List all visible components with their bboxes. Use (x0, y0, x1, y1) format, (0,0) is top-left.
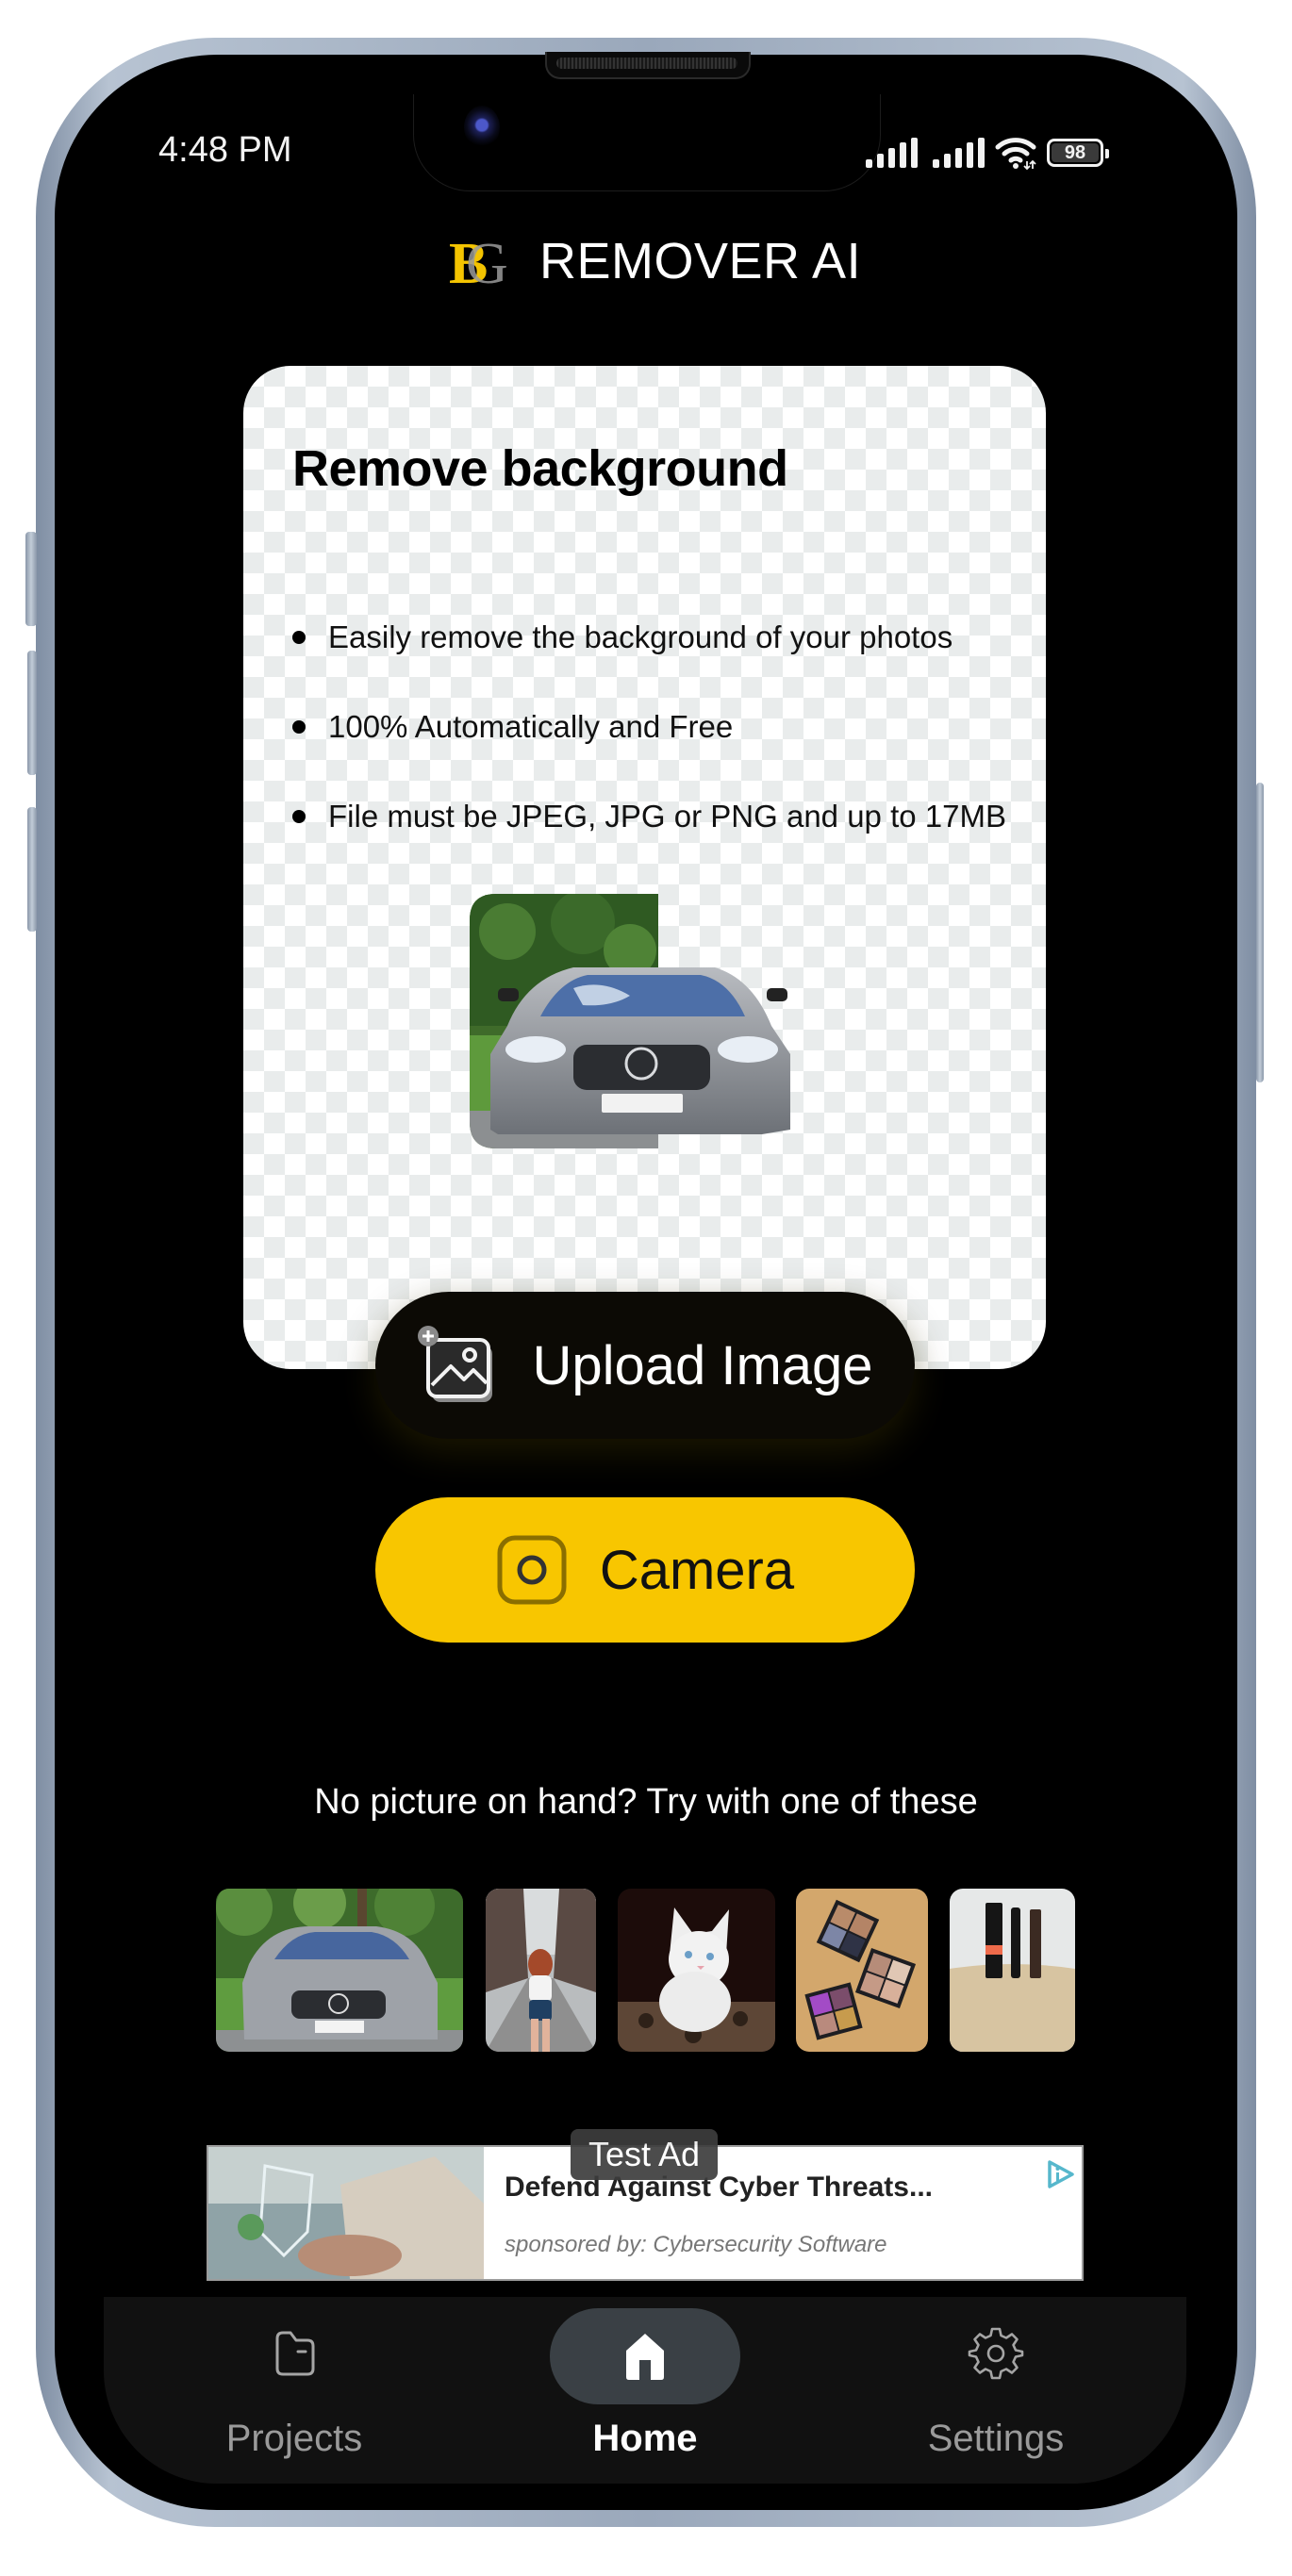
folder-icon (275, 2331, 315, 2376)
front-camera (464, 106, 500, 149)
battery-icon: 98 (1047, 139, 1109, 167)
sample-prompt: No picture on hand? Try with one of thes… (314, 1782, 978, 1822)
nav-item-home[interactable]: Home (504, 2297, 787, 2484)
earpiece-speaker (545, 52, 751, 79)
ad-image (208, 2147, 484, 2279)
feature-item: 100% Automatically and Free (292, 682, 1028, 771)
add-image-icon (418, 1326, 493, 1402)
camera-button[interactable]: Camera (375, 1497, 915, 1643)
gear-icon (968, 2327, 1024, 2380)
remove-background-card: Remove background Easily remove the back… (243, 366, 1046, 1369)
bottom-navigation: Projects Home Settings (104, 2297, 1186, 2484)
nav-label-home: Home (592, 2418, 698, 2459)
sample-car[interactable] (216, 1889, 463, 2052)
car-preview-image (470, 894, 790, 1148)
ad-choices-icon[interactable] (1044, 2158, 1076, 2190)
svg-text:G: G (466, 232, 508, 292)
bullet-icon (292, 719, 306, 734)
sample-makeup-products[interactable] (950, 1889, 1075, 2052)
nav-item-settings[interactable]: Settings (854, 2297, 1137, 2484)
wifi-icon (995, 138, 1036, 170)
ad-sponsor: sponsored by: Cybersecurity Software (505, 2232, 887, 2257)
test-ad-badge: Test Ad (571, 2129, 718, 2180)
signal-icon (933, 138, 985, 168)
sample-kitten[interactable] (618, 1889, 775, 2052)
card-title: Remove background (292, 440, 788, 497)
bullet-icon (292, 809, 306, 823)
feature-item: File must be JPEG, JPG or PNG and up to … (292, 771, 1028, 861)
ad-title: Defend Against Cyber Threats... (505, 2171, 933, 2203)
action-button (25, 532, 37, 626)
bullet-icon (292, 630, 306, 644)
camera-label: Camera (599, 1539, 795, 1601)
battery-level: 98 (1064, 141, 1086, 163)
app-title: REMOVER AI (539, 233, 862, 289)
power-button (1256, 783, 1264, 1082)
signal-icon (866, 138, 918, 168)
app-logo-icon: B G (449, 232, 508, 292)
feature-item: Easily remove the background of your pho… (292, 592, 1028, 682)
volume-up-button (27, 651, 37, 775)
nav-label-settings: Settings (927, 2418, 1065, 2459)
nav-item-projects[interactable]: Projects (153, 2297, 436, 2484)
nav-label-projects: Projects (225, 2418, 363, 2459)
upload-image-label: Upload Image (532, 1334, 873, 1396)
status-time: 4:48 PM (158, 130, 292, 170)
upload-image-button[interactable]: Upload Image (375, 1292, 915, 1439)
volume-down-button (27, 807, 37, 932)
status-icons: 98 (866, 134, 1109, 172)
home-icon (626, 2334, 664, 2380)
sample-eyeshadow-palettes[interactable] (796, 1889, 928, 2052)
feature-list: Easily remove the background of your pho… (292, 592, 1028, 861)
camera-icon (497, 1535, 567, 1605)
sample-woman-on-road[interactable] (486, 1889, 596, 2052)
